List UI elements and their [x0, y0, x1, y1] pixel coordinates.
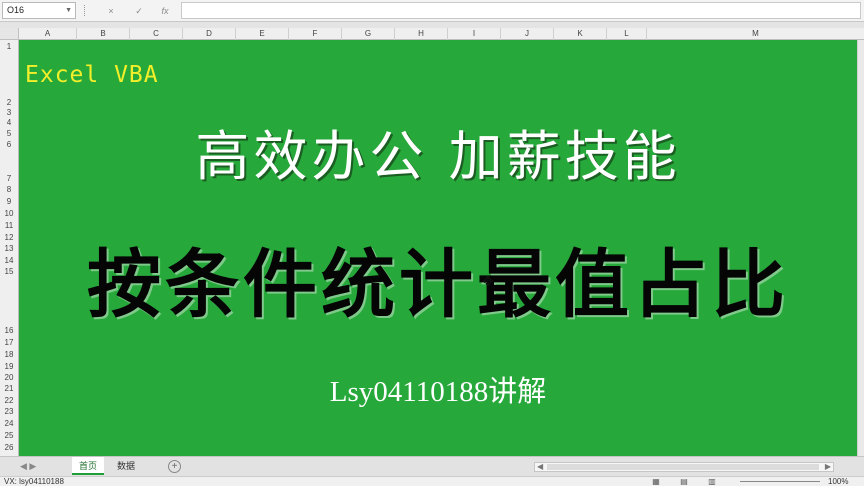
sheet-tab-home[interactable]: 首页 — [72, 457, 105, 475]
row-5-header[interactable]: 5 — [0, 129, 18, 138]
scroll-left-icon[interactable]: ◀ — [537, 462, 543, 471]
row-22-header[interactable]: 22 — [0, 396, 18, 405]
row-13-header[interactable]: 13 — [0, 244, 18, 253]
normal-view-icon[interactable]: ▦ — [648, 477, 664, 486]
row-15-header[interactable]: 15 — [0, 267, 18, 276]
row-18-header[interactable]: 18 — [0, 350, 18, 359]
column-a-header[interactable]: A — [19, 28, 77, 40]
column-f-header[interactable]: F — [289, 28, 342, 40]
horizontal-scrollbar[interactable]: ◀ ▶ — [534, 462, 834, 472]
column-k-header[interactable]: K — [554, 28, 607, 40]
page-layout-view-icon[interactable]: ▤ — [676, 477, 692, 486]
row-10-header[interactable]: 10 — [0, 209, 18, 218]
row-1-header[interactable]: 1 — [0, 42, 18, 51]
move-cursor-icon: ✥ — [482, 273, 494, 289]
add-sheet-icon[interactable]: + — [168, 460, 181, 473]
row-25-header[interactable]: 25 — [0, 431, 18, 440]
enter-icon[interactable]: ✓ — [132, 4, 146, 18]
formula-bar: O16 ▼ × ✓ fx — [0, 0, 864, 22]
row-24-header[interactable]: 24 — [0, 419, 18, 428]
vertical-scrollbar[interactable] — [857, 40, 864, 456]
row-9-header[interactable]: 9 — [0, 197, 18, 206]
insert-function-icon[interactable]: fx — [158, 4, 172, 18]
row-14-header[interactable]: 14 — [0, 256, 18, 265]
row-16-header[interactable]: 16 — [0, 326, 18, 335]
column-h-header[interactable]: H — [395, 28, 448, 40]
row-6-header[interactable]: 6 — [0, 140, 18, 149]
name-box-dropdown-icon[interactable]: ▼ — [65, 3, 72, 18]
row-12-header[interactable]: 12 — [0, 233, 18, 242]
row-26-header[interactable]: 26 — [0, 443, 18, 452]
row-21-header[interactable]: 21 — [0, 384, 18, 393]
sheet-tab-bar: ◀ ▶ 首页 数据 + ◀ ▶ — [0, 456, 864, 476]
row-2-header[interactable]: 2 — [0, 98, 18, 107]
column-c-header[interactable]: C — [130, 28, 183, 40]
sheet-tab-data[interactable]: 数据 — [110, 457, 142, 475]
row-17-header[interactable]: 17 — [0, 338, 18, 347]
excel-window: O16 ▼ × ✓ fx A B C D E F G H I J K L M 1… — [0, 0, 864, 486]
column-e-header[interactable]: E — [236, 28, 289, 40]
headline-slogan: 高效办公 加薪技能 — [195, 125, 681, 188]
column-j-header[interactable]: J — [501, 28, 554, 40]
row-23-header[interactable]: 23 — [0, 407, 18, 416]
scroll-right-icon[interactable]: ▶ — [825, 462, 831, 471]
column-d-header[interactable]: D — [183, 28, 236, 40]
row-8-header[interactable]: 8 — [0, 185, 18, 194]
select-all-corner[interactable] — [0, 28, 19, 40]
column-i-header[interactable]: I — [448, 28, 501, 40]
sheet-nav-arrows-icon[interactable]: ◀ ▶ — [20, 461, 36, 472]
formula-input[interactable] — [181, 2, 861, 19]
name-box[interactable]: O16 ▼ — [2, 2, 76, 19]
row-7-header[interactable]: 7 — [0, 174, 18, 183]
overlay-tag: Excel VBA — [25, 62, 159, 88]
horizontal-scroll-thumb[interactable] — [547, 464, 819, 470]
headline-title: 按条件统计最值占比 — [87, 242, 789, 328]
column-l-header[interactable]: L — [607, 28, 647, 40]
status-text: VX: lsy04110188 — [4, 477, 64, 486]
page-break-view-icon[interactable]: ▥ — [704, 477, 720, 486]
worksheet-grid[interactable]: Excel VBA 高效办公 加薪技能 按条件统计最值占比 ✥ Lsy04110… — [19, 40, 857, 456]
cancel-icon[interactable]: × — [104, 4, 118, 18]
row-3-header[interactable]: 3 — [0, 108, 18, 117]
column-m-header[interactable]: M — [647, 28, 864, 40]
row-4-header[interactable]: 4 — [0, 118, 18, 127]
zoom-level[interactable]: 100% — [828, 477, 848, 486]
column-g-header[interactable]: G — [342, 28, 395, 40]
row-header: 1 2 3 4 5 6 7 8 9 10 11 12 13 14 15 16 1… — [0, 40, 19, 456]
row-11-header[interactable]: 11 — [0, 221, 18, 230]
row-19-header[interactable]: 19 — [0, 362, 18, 371]
column-b-header[interactable]: B — [77, 28, 130, 40]
status-bar: VX: lsy04110188 ▦ ▤ ▥ 100% — [0, 476, 864, 486]
formula-bar-separator — [84, 5, 90, 16]
name-box-value: O16 — [7, 5, 25, 15]
row-20-header[interactable]: 20 — [0, 373, 18, 382]
column-header: A B C D E F G H I J K L M — [19, 28, 864, 40]
author-credit: Lsy04110188讲解 — [329, 376, 547, 408]
zoom-slider[interactable] — [740, 481, 820, 482]
